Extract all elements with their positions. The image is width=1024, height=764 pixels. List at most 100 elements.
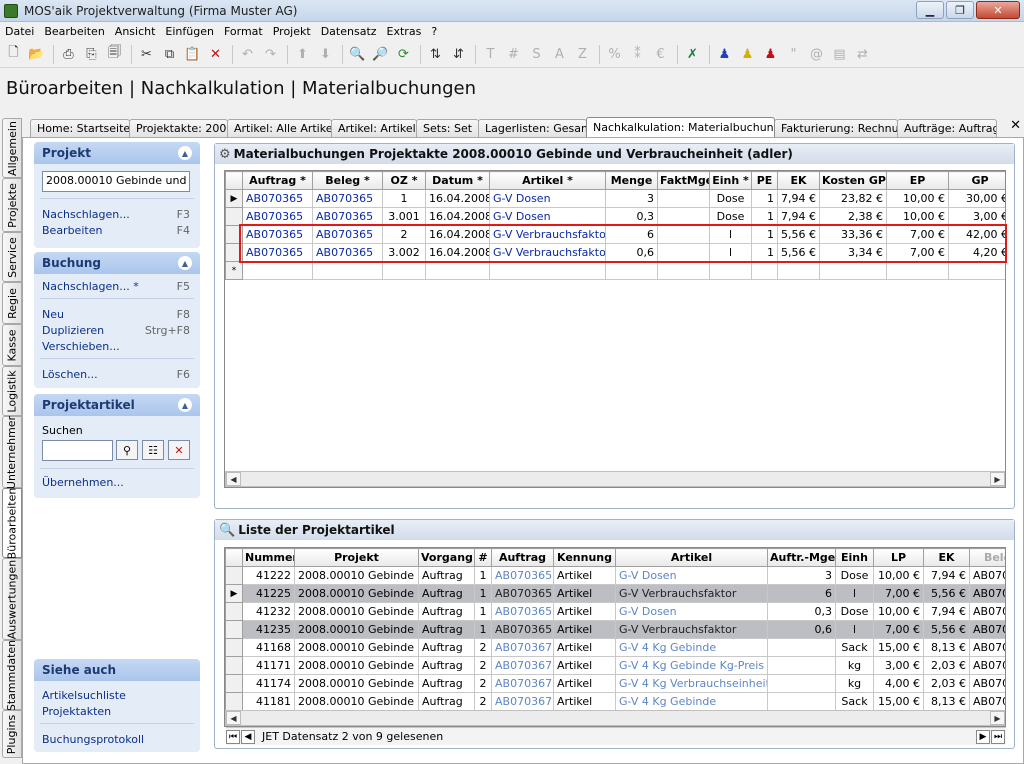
table-cell[interactable]: AB070365 [491,584,554,603]
menu-projekt[interactable]: Projekt [268,25,316,38]
column-header[interactable]: EK [777,171,820,190]
vtab-logistik[interactable]: Logistik [2,366,22,416]
a-format-icon[interactable]: A [549,44,570,65]
tab-home[interactable]: Home: Startseite [30,119,130,137]
tab-projektakte[interactable]: Projektakte: 2008 [129,119,228,137]
table-row[interactable]: 41232 2008.00010 Gebinde Auftrag 1 AB070365 A… [225,602,1005,621]
tab-fakturierung[interactable]: Fakturierung: Rechnung [774,119,898,137]
projekt-header[interactable]: Projekt ▲ [34,142,200,164]
vtab-stammdaten[interactable]: Stammdaten [2,639,22,711]
tab-sets[interactable]: Sets: Set [416,119,479,137]
table-row[interactable]: 41174 2008.00010 Gebinde Auftrag 2 AB070367 A… [225,674,1005,693]
paste-icon[interactable]: 📋 [182,44,203,65]
column-header[interactable]: Menge [605,171,658,190]
buchung-duplizieren-link[interactable]: Duplizieren [42,324,104,337]
buchung-verschieben-link[interactable]: Verschieben... [42,340,120,353]
buchung-header[interactable]: Buchung ▲ [34,252,200,274]
table-cell[interactable] [242,261,313,280]
vtab-regie[interactable]: Regie [2,282,22,324]
text-format-icon[interactable]: T [480,44,501,65]
open-folder-icon[interactable]: 📂 [26,44,47,65]
row-selector[interactable] [225,566,243,585]
column-header[interactable]: Bele [969,548,1005,567]
table-cell[interactable]: G-V 4 Kg Gebinde Kg-Preis [615,656,768,675]
column-header[interactable]: Auftr.-Mge [767,548,836,567]
table-cell[interactable]: G-V Verbrauchsfaktor [615,620,768,639]
row-selector[interactable]: ▶ [225,584,243,603]
buchungen-hscrollbar[interactable]: ◀ ▶ [225,471,1005,487]
maximize-button[interactable]: ❐ [946,1,974,19]
projektartikel-search-input[interactable] [42,440,113,461]
column-header[interactable]: GP [948,171,1005,190]
table-cell[interactable] [657,261,710,280]
column-header[interactable]: EK [923,548,970,567]
column-header[interactable]: EP [886,171,949,190]
table-row[interactable]: AB070365 AB070365 3.001 16.04.2008 G-V Dosen… [225,207,1005,226]
tab-auftraege[interactable]: Aufträge: Auftrag [897,119,997,137]
z-format-icon[interactable]: Z [572,44,593,65]
menu-ansicht[interactable]: Ansicht [110,25,161,38]
table-cell[interactable] [948,261,1005,280]
table-row[interactable]: ▶ AB070365 AB070365 1 16.04.2008 G-V Dosen 3 Do… [225,189,1005,208]
table-cell[interactable]: AB070367 [491,674,554,693]
previous-record-icon[interactable]: ◀ [241,729,255,744]
user-red-icon[interactable]: ♟ [760,44,781,65]
table-cell[interactable] [489,261,606,280]
row-selector[interactable] [225,656,243,675]
close-button[interactable]: ✕ [976,1,1020,19]
table-cell[interactable]: AB070365 [242,207,313,226]
column-header[interactable]: Kosten GP [819,171,887,190]
vtab-service[interactable]: Service [2,232,22,282]
column-header[interactable]: Projekt [294,548,419,567]
close-tab-icon[interactable]: ✕ [1010,118,1021,133]
tab-artikel[interactable]: Artikel: Artikel [331,119,417,137]
column-header[interactable]: Nummer [242,548,295,567]
print-setup-icon[interactable]: ⎘ [81,44,102,65]
first-record-icon[interactable]: ⏮ [226,729,240,744]
sort-ascending-icon[interactable]: ⇅ [425,44,446,65]
projektartikel-header[interactable]: Projektartikel ▲ [34,394,200,416]
table-cell[interactable]: G-V Dosen [615,566,768,585]
projektakten-link[interactable]: Projektakten [42,705,111,718]
table-cell[interactable]: AB070365 [242,189,313,208]
filter-list-icon[interactable]: ☷ [142,440,164,460]
row-selector[interactable] [225,620,243,639]
vtab-plugins[interactable]: Plugins [2,710,22,758]
column-header[interactable]: Artikel [615,548,768,567]
scroll-left-icon[interactable]: ◀ [226,472,241,486]
menu-extras[interactable]: Extras [382,25,427,38]
sort-descending-icon[interactable]: ⇵ [448,44,469,65]
copy-icon[interactable]: ⧉ [159,44,180,65]
table-cell[interactable] [382,261,426,280]
user-yellow-icon[interactable]: ♟ [737,44,758,65]
print-preview-icon[interactable]: 🗐 [104,44,125,65]
decimal-icon[interactable]: ⁑ [627,44,648,65]
field-icon[interactable]: ▤ [829,44,850,65]
table-cell[interactable]: AB070367 [491,656,554,675]
table-cell[interactable]: AB070365 [312,207,383,226]
table-row[interactable]: ▶ 41225 2008.00010 Gebinde Auftrag 1 AB070365… [225,584,1005,603]
table-row[interactable]: 41222 2008.00010 Gebinde Auftrag 1 AB070365 A… [225,566,1005,585]
currency-icon[interactable]: € [650,44,671,65]
artikelsuchliste-link[interactable]: Artikelsuchliste [42,689,126,702]
scroll-right-icon[interactable]: ▶ [990,472,1005,486]
vtab-auswertungen[interactable]: Auswertungen [2,558,22,640]
menu-einfuegen[interactable]: Einfügen [160,25,219,38]
table-cell[interactable] [605,261,658,280]
move-up-icon[interactable]: ⬆ [292,44,313,65]
menu-datei[interactable]: Datei [0,25,39,38]
buchung-loeschen-link[interactable]: Löschen... [42,368,98,381]
column-header[interactable]: LP [873,548,924,567]
scroll-right-icon[interactable]: ▶ [990,711,1005,725]
minimize-button[interactable]: ▁ [916,1,944,19]
column-header[interactable]: PE [751,171,778,190]
table-cell[interactable]: AB070365 [491,620,554,639]
new-document-icon[interactable]: 🗋 [3,44,24,65]
table-cell[interactable]: AB070365 [491,602,554,621]
column-header[interactable]: Auftrag [491,548,554,567]
column-header[interactable]: Datum * [425,171,490,190]
filter-clear-icon[interactable]: ✕ [168,440,190,460]
table-cell[interactable]: G-V Verbrauchsfaktor [615,584,768,603]
column-header[interactable]: OZ * [382,171,426,190]
projekt-nachschlagen-link[interactable]: Nachschlagen... [42,208,130,221]
